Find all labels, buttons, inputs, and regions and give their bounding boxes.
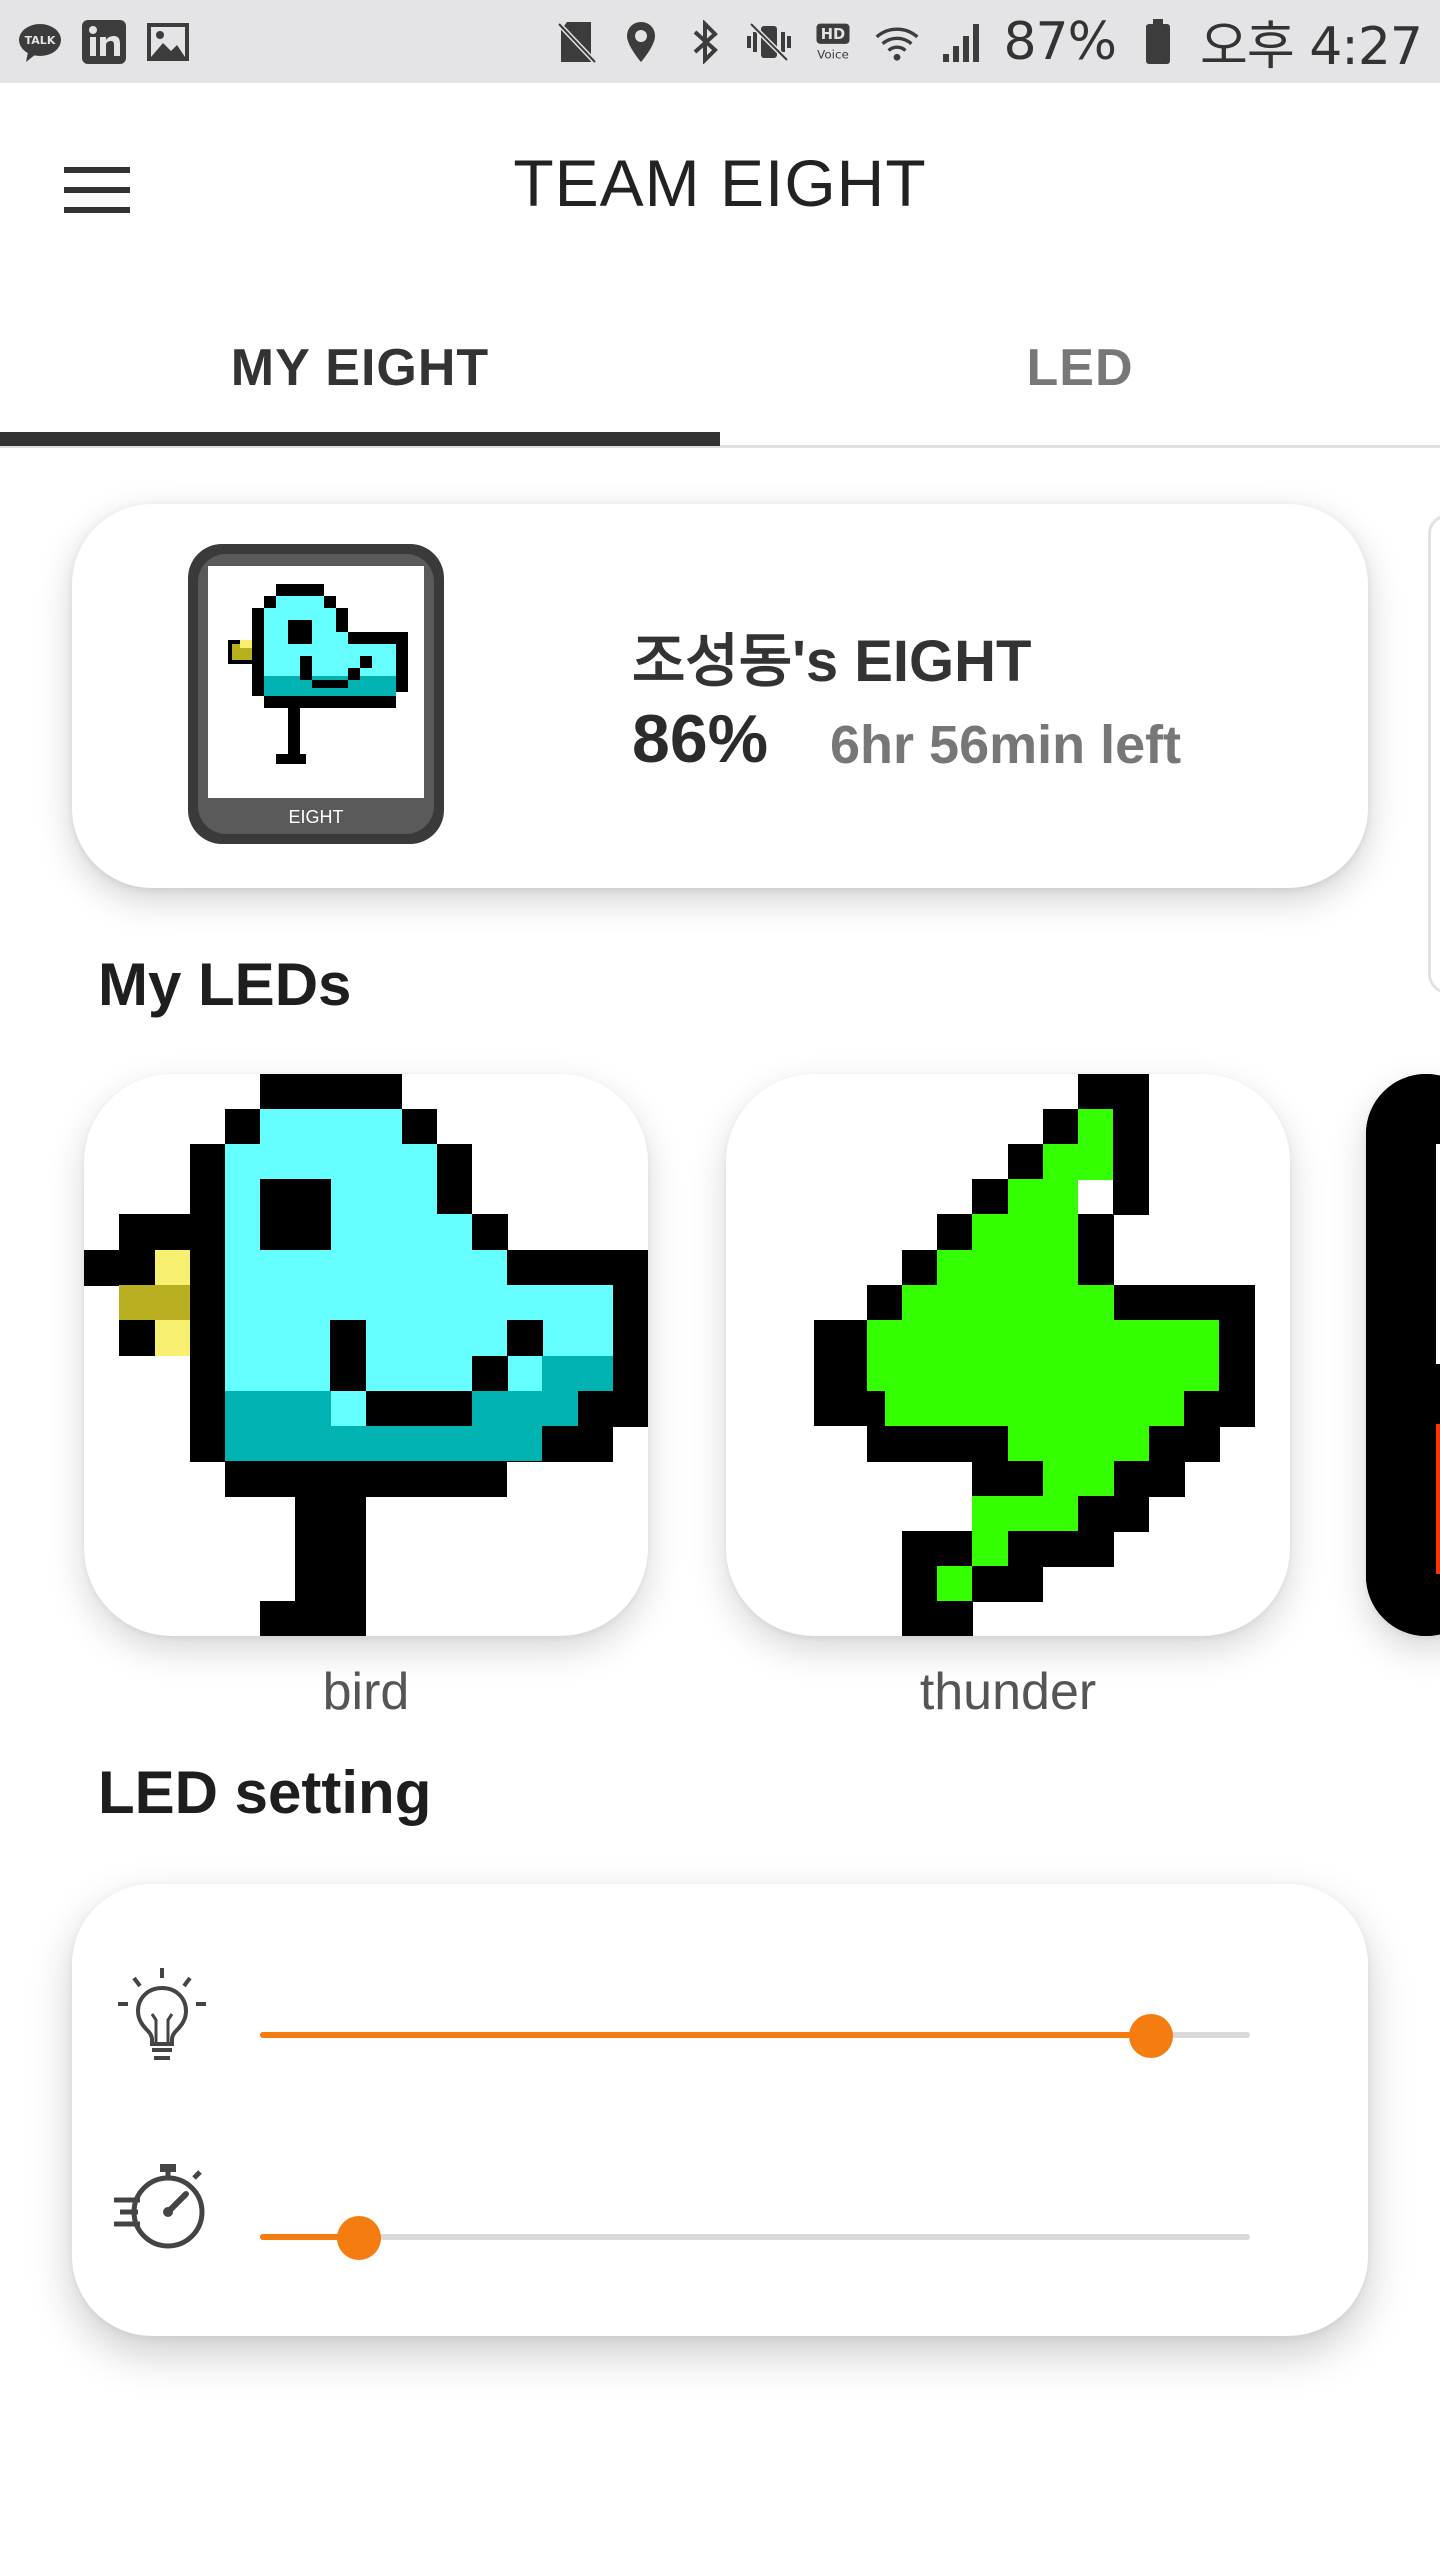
slider-thumb[interactable] [1129, 2014, 1173, 2058]
battery-percent: 87% [1003, 11, 1117, 72]
brightness-slider[interactable] [260, 2004, 1250, 2064]
battery-icon [1136, 18, 1180, 64]
location-icon [619, 20, 663, 64]
led-card-bird[interactable] [84, 1074, 648, 1636]
device-thumbnail: EIGHT [188, 544, 444, 844]
slider-thumb[interactable] [337, 2216, 381, 2260]
svg-text:Voice: Voice [818, 47, 850, 61]
partial-led-icon [1366, 1074, 1440, 1636]
next-device-card[interactable] [1428, 514, 1440, 994]
led-label-bird: bird [322, 1663, 410, 1721]
led-card-partial[interactable] [1366, 1074, 1440, 1636]
linkedin-icon [82, 19, 126, 64]
stopwatch-icon [112, 2156, 212, 2256]
screen: TALK HD Voice 87% 오후 4:27 TEAM EIGHT MY … [0, 0, 1440, 2560]
status-bar: TALK HD Voice 87% 오후 4:27 [0, 0, 1440, 83]
device-time-left: 6hr 56min left [830, 715, 1182, 775]
vibrate-icon [747, 20, 792, 64]
signal-icon [939, 20, 983, 64]
tab-led[interactable]: LED [720, 288, 1440, 448]
bird-led-icon [84, 1074, 648, 1636]
sd-card-off-icon [555, 20, 599, 64]
device-battery: 86% [632, 701, 769, 777]
app-bar: TEAM EIGHT [0, 83, 1440, 288]
svg-text:HD: HD [821, 26, 845, 43]
lightbulb-icon [112, 1964, 212, 2064]
svg-text:TALK: TALK [25, 34, 56, 47]
status-left: TALK [18, 19, 190, 64]
hd-voice-icon: HD Voice [811, 20, 855, 64]
slider-fill [260, 2032, 1151, 2038]
thunder-led-icon [814, 1074, 1255, 1636]
led-settings-card [72, 1884, 1368, 2336]
wifi-icon [875, 20, 919, 64]
status-right: HD Voice 87% 오후 4:27 [555, 4, 1423, 79]
device-card[interactable]: EIGHT 조성동's EIGHT 86% 6hr 56min left [72, 504, 1368, 888]
led-label-thunder: thunder [919, 1663, 1097, 1721]
tab-bar: MY EIGHT LED [0, 288, 1440, 448]
app-title: TEAM EIGHT [513, 146, 927, 220]
led-setting-title: LED setting [98, 1759, 432, 1826]
bluetooth-icon [683, 19, 727, 64]
tab-my-eight[interactable]: MY EIGHT [0, 288, 720, 448]
device-thumb-label: EIGHT [288, 807, 343, 827]
slider-track [260, 2234, 1250, 2240]
led-card-thunder[interactable] [726, 1074, 1290, 1636]
device-name: 조성동's EIGHT [632, 629, 1032, 694]
my-leds-title: My LEDs [98, 951, 352, 1018]
speed-slider[interactable] [260, 2206, 1250, 2266]
tab-indicator [0, 432, 720, 446]
gallery-icon [146, 20, 190, 64]
clock: 오후 4:27 [1200, 17, 1423, 77]
talk-icon: TALK [18, 20, 62, 64]
